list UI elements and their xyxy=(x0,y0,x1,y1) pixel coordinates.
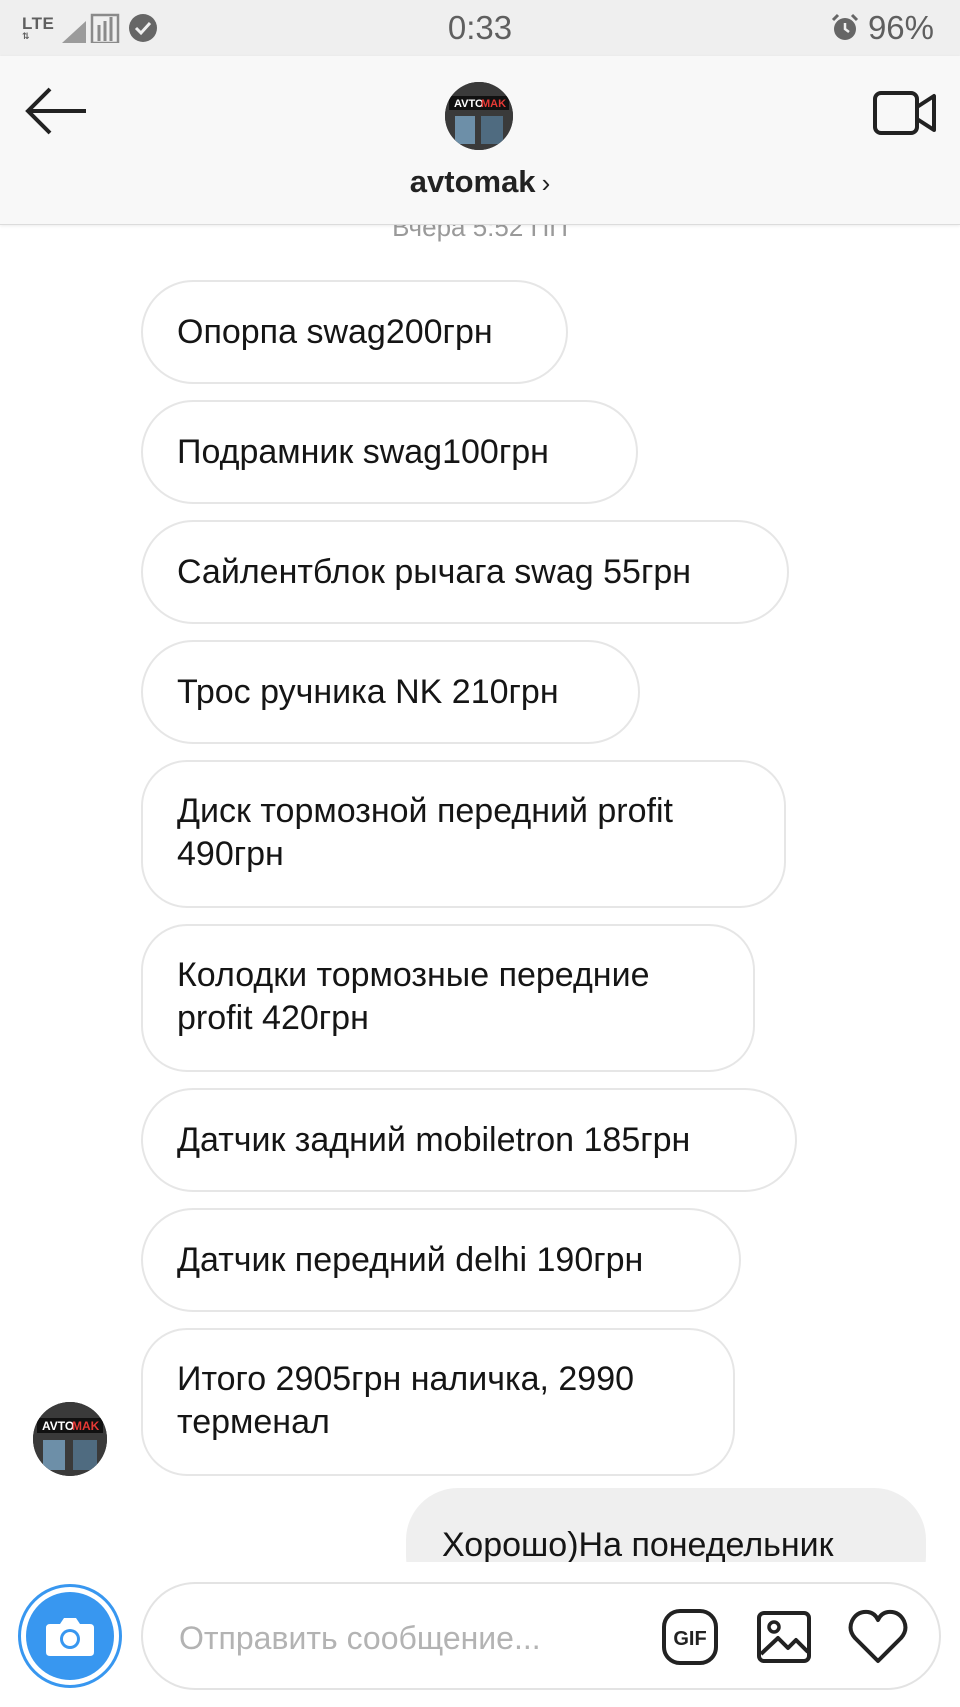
camera-button[interactable] xyxy=(18,1584,122,1688)
svg-text:MAK: MAK xyxy=(481,98,506,110)
message-bubble[interactable]: Датчик передний delhi 190грн xyxy=(141,1208,741,1312)
avtomak-avatar-icon: AVTO MAK xyxy=(445,82,513,150)
avtomak-avatar-icon: AVTO MAK xyxy=(33,1402,107,1476)
chat-header: AVTO MAK avtomak › xyxy=(0,56,960,225)
message-text: Сайлентблок рычага swag 55грн xyxy=(177,552,692,591)
profile-username[interactable]: avtomak › xyxy=(0,164,960,200)
heart-icon[interactable] xyxy=(847,1608,909,1666)
gallery-icon[interactable] xyxy=(756,1608,812,1666)
message-text: Колодки тормозные передние profit 420грн xyxy=(177,956,650,1037)
status-bar: LTE ⇅ 0:33 96% xyxy=(0,0,960,56)
message-bubble[interactable]: Сайлентблок рычага swag 55грн xyxy=(141,520,789,624)
message-bubble[interactable]: Диск тормозной передний profit 490грн xyxy=(141,760,786,908)
message-bubble[interactable]: Опорпа swag200грн xyxy=(141,280,568,384)
message-bubble[interactable]: Датчик задний mobiletron 185грн xyxy=(141,1088,797,1192)
message-input[interactable] xyxy=(177,1610,581,1666)
svg-text:MAK: MAK xyxy=(72,1419,100,1433)
alarm-icon xyxy=(831,13,858,40)
message-text: Подрамник swag100грн xyxy=(177,432,549,471)
profile-avatar[interactable]: AVTO MAK xyxy=(445,82,513,150)
gif-icon[interactable]: GIF xyxy=(661,1608,719,1666)
message-text: Итого 2905грн наличка, 2990 терменал xyxy=(177,1360,635,1441)
message-bubble[interactable]: Итого 2905грн наличка, 2990 терменал xyxy=(141,1328,735,1476)
message-bubble[interactable]: Трос ручника NK 210грн xyxy=(141,640,640,744)
back-arrow-icon[interactable] xyxy=(24,86,90,136)
message-text: Датчик задний mobiletron 185грн xyxy=(177,1120,691,1159)
message-composer: GIF xyxy=(141,1582,941,1690)
message-bubble[interactable]: Подрамник swag100грн xyxy=(141,400,638,504)
video-call-icon[interactable] xyxy=(872,88,938,138)
message-text: Диск тормозной передний profit 490грн xyxy=(177,792,673,873)
svg-text:GIF: GIF xyxy=(673,1628,706,1650)
sender-avatar[interactable]: AVTO MAK xyxy=(33,1402,107,1476)
status-right: 96% xyxy=(830,9,934,46)
message-text: Опорпа swag200грн xyxy=(177,312,493,351)
camera-icon xyxy=(46,1618,94,1656)
svg-text:AVTO: AVTO xyxy=(454,98,484,110)
message-text: Датчик передний delhi 190грн xyxy=(177,1240,644,1279)
message-text: Хорошо)На понедельник xyxy=(442,1526,834,1564)
svg-text:AVTO: AVTO xyxy=(42,1419,74,1433)
message-bubble[interactable]: Колодки тормозные передние profit 420грн xyxy=(141,924,755,1072)
status-time: 0:33 xyxy=(447,9,513,46)
chevron-right-icon: › xyxy=(541,168,551,198)
camera-button-inner xyxy=(26,1592,114,1680)
message-text: Трос ручника NK 210грн xyxy=(177,672,559,711)
battery-level: 96% xyxy=(867,9,934,46)
